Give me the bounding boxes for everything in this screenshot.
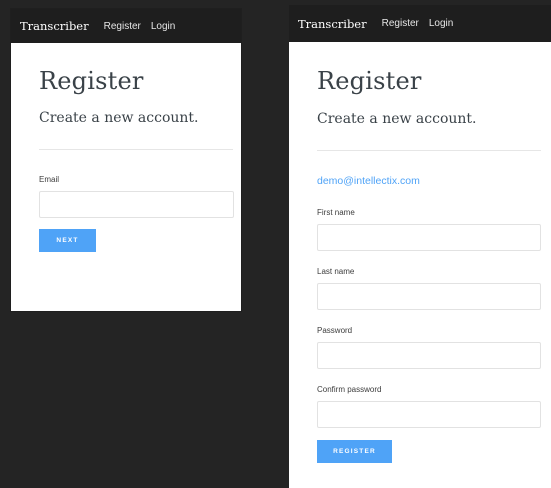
- nav-link-register[interactable]: Register: [382, 18, 419, 29]
- password-field[interactable]: [317, 342, 541, 369]
- nav-link-register[interactable]: Register: [104, 21, 141, 32]
- page-content: Register Create a new account. Email NEX…: [11, 67, 241, 252]
- screen: Transcriber Register Login Register Crea…: [0, 0, 551, 488]
- confirm-password-field[interactable]: [317, 401, 541, 428]
- page-subtitle: Create a new account.: [39, 110, 199, 126]
- next-button[interactable]: NEXT: [39, 229, 96, 252]
- brand-link[interactable]: Transcriber: [20, 19, 89, 33]
- navbar: Transcriber Register Login: [11, 9, 241, 43]
- navbar: Transcriber Register Login: [289, 5, 551, 42]
- page-subtitle: Create a new account.: [317, 111, 477, 127]
- register-step-email-panel: Transcriber Register Login Register Crea…: [10, 8, 242, 312]
- divider: [317, 150, 541, 151]
- brand-link[interactable]: Transcriber: [298, 17, 367, 31]
- first-name-label: First name: [317, 208, 355, 217]
- email-field[interactable]: [39, 191, 234, 218]
- divider: [39, 149, 233, 150]
- page-title: Register: [317, 67, 422, 95]
- first-name-field[interactable]: [317, 224, 541, 251]
- register-button[interactable]: REGISTER: [317, 440, 392, 463]
- nav-link-login[interactable]: Login: [151, 21, 175, 32]
- last-name-field[interactable]: [317, 283, 541, 310]
- last-name-label: Last name: [317, 267, 355, 276]
- page-content: Register Create a new account. demo@inte…: [289, 67, 551, 463]
- register-step-details-panel: Transcriber Register Login Register Crea…: [289, 5, 551, 488]
- email-label: Email: [39, 175, 60, 184]
- password-label: Password: [317, 326, 353, 335]
- confirm-password-label: Confirm password: [317, 385, 382, 394]
- page-title: Register: [39, 67, 144, 95]
- nav-link-login[interactable]: Login: [429, 18, 453, 29]
- email-display-link[interactable]: demo@intellectix.com: [317, 175, 551, 188]
